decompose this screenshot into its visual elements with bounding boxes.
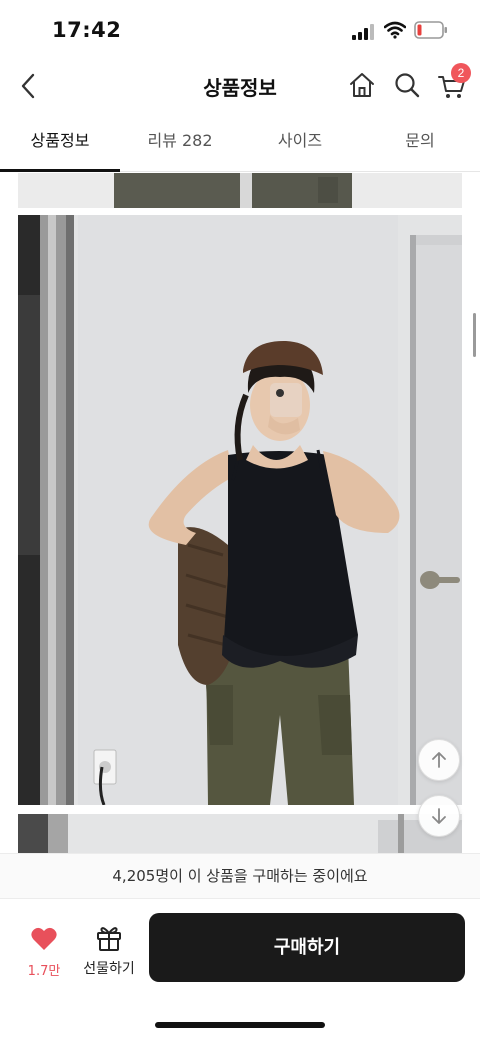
- product-photo-next-crop: [18, 814, 462, 853]
- product-detail-content[interactable]: [0, 173, 480, 853]
- scrollbar[interactable]: [473, 313, 476, 357]
- heart-icon: [31, 927, 57, 950]
- product-photo-graphic: [18, 215, 462, 805]
- status-bar: 17:42: [0, 0, 480, 60]
- scroll-up-button[interactable]: [418, 739, 460, 781]
- cart-count-badge: 2: [451, 63, 471, 83]
- product-photo-bottom-graphic: [18, 814, 462, 853]
- gift-label: 선물하기: [83, 961, 135, 977]
- product-tabs: 상품정보 리뷰 282 사이즈 문의: [0, 112, 480, 172]
- gift-button[interactable]: 선물하기: [80, 924, 138, 978]
- product-photo-top-graphic: [18, 173, 462, 208]
- product-photo-main: [18, 215, 462, 805]
- tab-inquiry[interactable]: 문의: [360, 112, 480, 171]
- wifi-icon: [384, 21, 406, 39]
- search-icon[interactable]: [392, 70, 422, 100]
- bottom-action-bar: 1.7만 선물하기 구매하기: [0, 900, 480, 1039]
- buy-button[interactable]: 구매하기: [149, 913, 465, 982]
- cellular-signal-icon: [352, 24, 374, 40]
- tab-product-info[interactable]: 상품정보: [0, 112, 120, 172]
- home-icon[interactable]: [347, 70, 377, 100]
- product-photo-top-crop: [18, 173, 462, 208]
- tab-size[interactable]: 사이즈: [240, 112, 360, 171]
- like-count: 1.7만: [27, 964, 61, 979]
- like-button[interactable]: 1.7만: [22, 926, 66, 979]
- gift-icon: [97, 927, 121, 951]
- purchase-activity-notice: 4,205명이 이 상품을 구매하는 중이에요: [0, 853, 480, 899]
- home-indicator[interactable]: [155, 1022, 325, 1028]
- top-navigation: 상품정보: [0, 60, 480, 110]
- tab-reviews[interactable]: 리뷰 282: [120, 112, 240, 171]
- arrow-up-icon: [432, 752, 446, 768]
- scroll-down-button[interactable]: [418, 795, 460, 837]
- arrow-down-icon: [432, 808, 446, 824]
- battery-low-icon: [414, 21, 447, 39]
- status-time: 17:42: [52, 18, 122, 42]
